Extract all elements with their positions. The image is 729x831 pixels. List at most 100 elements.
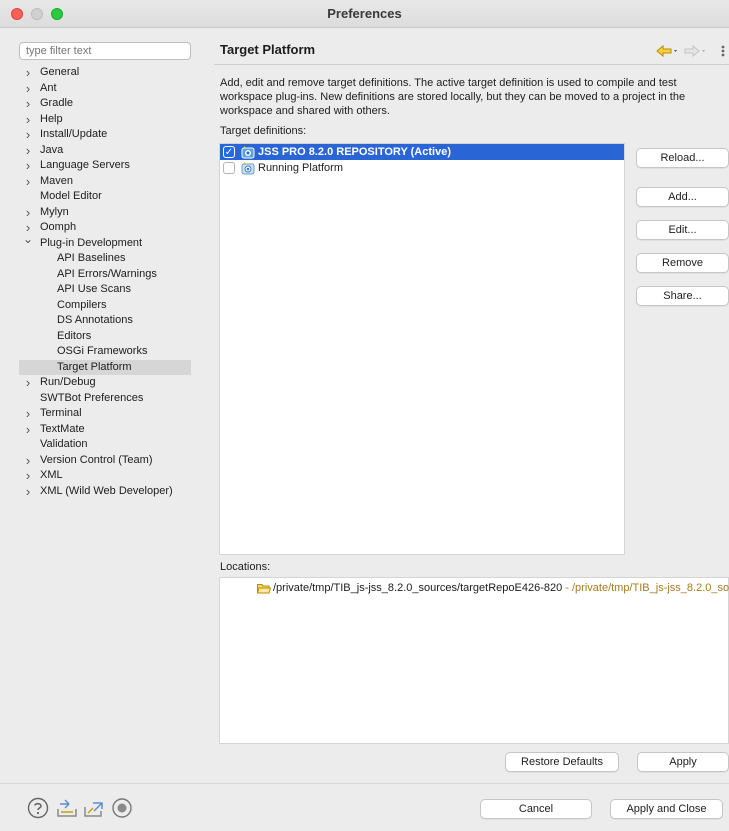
import-icon[interactable] [56,797,78,819]
tree-item[interactable]: › Help [19,112,191,128]
target-definition-icon [241,146,255,159]
add-button[interactable]: Add... [636,187,729,207]
window-title: Preferences [327,6,402,21]
target-definition-label: JSS PRO 8.2.0 REPOSITORY (Active) [258,146,451,158]
tree-item[interactable]: Editors [19,329,191,345]
chevron-right-icon[interactable]: › [23,406,33,422]
tree-item[interactable]: › Language Servers [19,158,191,174]
edit-button[interactable]: Edit... [636,220,729,240]
tree-item[interactable]: › Java [19,143,191,159]
target-definitions-list[interactable]: ✓ JSS PRO 8.2.0 REPOSITORY (Active) Runn… [219,143,625,555]
tree-item-label: Model Editor [40,190,102,202]
apply-and-close-button[interactable]: Apply and Close [610,799,723,819]
tree-item[interactable]: OSGi Frameworks [19,344,191,360]
remove-button[interactable]: Remove [636,253,729,273]
page-title: Target Platform [220,42,316,57]
header-separator [214,64,729,65]
tree-item[interactable]: API Errors/Warnings [19,267,191,283]
tree-item-label: Validation [40,438,88,450]
record-icon[interactable] [111,797,133,819]
tree-item-label: Mylyn [40,205,69,218]
back-arrow-icon[interactable] [656,44,677,58]
tree-item[interactable]: › Gradle [19,96,191,112]
footer-separator [0,783,729,784]
tree-item[interactable]: › Maven [19,174,191,190]
active-checkbox[interactable]: ✓ [223,146,235,158]
tree-item-label: Terminal [40,407,82,419]
tree-item-label: Oomph [40,221,77,233]
filter-input[interactable] [19,42,191,60]
tree-item-label: Gradle [40,97,74,109]
restore-defaults-button[interactable]: Restore Defaults [505,752,619,772]
target-definition-icon [241,162,255,175]
chevron-right-icon[interactable]: › [23,112,33,128]
tree-item[interactable]: › TextMate [19,422,191,438]
chevron-down-icon[interactable]: ⌄ [23,232,33,248]
chevron-right-icon[interactable]: › [23,375,33,391]
chevron-right-icon[interactable]: › [23,81,33,97]
tree-item[interactable]: › Install/Update [19,127,191,143]
tree-item-label: Help [40,112,63,125]
tree-item-label: SWTBot Preferences [40,391,144,404]
tree-item[interactable]: API Baselines [19,251,191,267]
chevron-right-icon[interactable]: › [23,484,33,500]
folder-icon [257,583,271,594]
tree-item-label: Java [40,143,64,156]
tree-item[interactable]: › XML [19,468,191,484]
tree-item[interactable]: API Use Scans [19,282,191,298]
share-button[interactable]: Share... [636,286,729,306]
export-icon[interactable] [83,797,105,819]
reload-button[interactable]: Reload... [636,148,729,168]
tree-item-label: DS Annotations [57,314,133,326]
tree-item[interactable]: › Oomph [19,220,191,236]
tree-item[interactable]: › Terminal [19,406,191,422]
apply-button[interactable]: Apply [637,752,729,772]
locations-label: Locations: [220,561,271,573]
tree-item[interactable]: ⌄ Plug-in Development [19,232,191,252]
tree-item-label: Install/Update [40,128,108,140]
chevron-right-icon[interactable]: › [23,158,33,174]
location-row[interactable]: /private/tmp/TIB_js-jss_8.2.0_sources/ta… [257,580,729,596]
tree-item[interactable]: › XML (Wild Web Developer) [19,484,191,500]
preferences-tree: › General › Ant › Gradle › Help › Install/Update ›… [19,65,191,499]
locations-list[interactable]: /private/tmp/TIB_js-jss_8.2.0_sources/ta… [219,577,729,744]
help-icon[interactable] [27,797,49,819]
tree-item[interactable]: › Ant [19,81,191,97]
location-path: /private/tmp/TIB_js-jss_8.2.0_sources/ta… [273,582,563,594]
cancel-button[interactable]: Cancel [480,799,592,819]
tree-item[interactable]: › Run/Debug [19,375,191,391]
location-secondary-path: /private/tmp/TIB_js-jss_8.2.0_sources/ta… [572,582,729,594]
tree-item[interactable]: › Version Control (Team) [19,453,191,469]
tree-item-label: Version Control (Team) [40,453,153,466]
view-menu-icon[interactable] [721,45,725,57]
chevron-right-icon[interactable]: › [23,96,33,112]
tree-item[interactable]: Validation [19,437,191,453]
chevron-right-icon[interactable]: › [23,65,33,81]
chevron-right-icon[interactable]: › [23,174,33,190]
tree-item-label: Plug-in Development [40,236,143,249]
tree-item[interactable]: SWTBot Preferences [19,391,191,407]
chevron-right-icon[interactable]: › [23,468,33,484]
active-checkbox[interactable] [223,162,235,174]
target-definition-row[interactable]: Running Platform [220,160,624,176]
page-description: Add, edit and remove target definitions.… [220,77,686,117]
tree-item-label: API Errors/Warnings [57,267,157,280]
tree-item[interactable]: DS Annotations [19,313,191,329]
forward-arrow-icon[interactable] [684,44,705,58]
chevron-right-icon[interactable]: › [23,143,33,159]
tree-item-label: TextMate [40,422,85,435]
chevron-right-icon[interactable]: › [23,205,33,221]
tree-item[interactable]: › Mylyn [19,205,191,221]
tree-item[interactable]: Compilers [19,298,191,314]
target-definition-label: Running Platform [258,162,343,174]
tree-item[interactable]: › General [19,65,191,81]
chevron-right-icon[interactable]: › [23,453,33,469]
tree-item[interactable]: Target Platform [19,359,191,375]
tree-item-label: API Baselines [57,252,126,264]
tree-item-label: Target Platform [57,360,132,373]
chevron-right-icon[interactable]: › [23,422,33,438]
target-definition-row[interactable]: ✓ JSS PRO 8.2.0 REPOSITORY (Active) [220,144,624,160]
chevron-right-icon[interactable]: › [23,127,33,143]
tree-item-label: Ant [40,81,57,94]
tree-item[interactable]: Model Editor [19,189,191,205]
